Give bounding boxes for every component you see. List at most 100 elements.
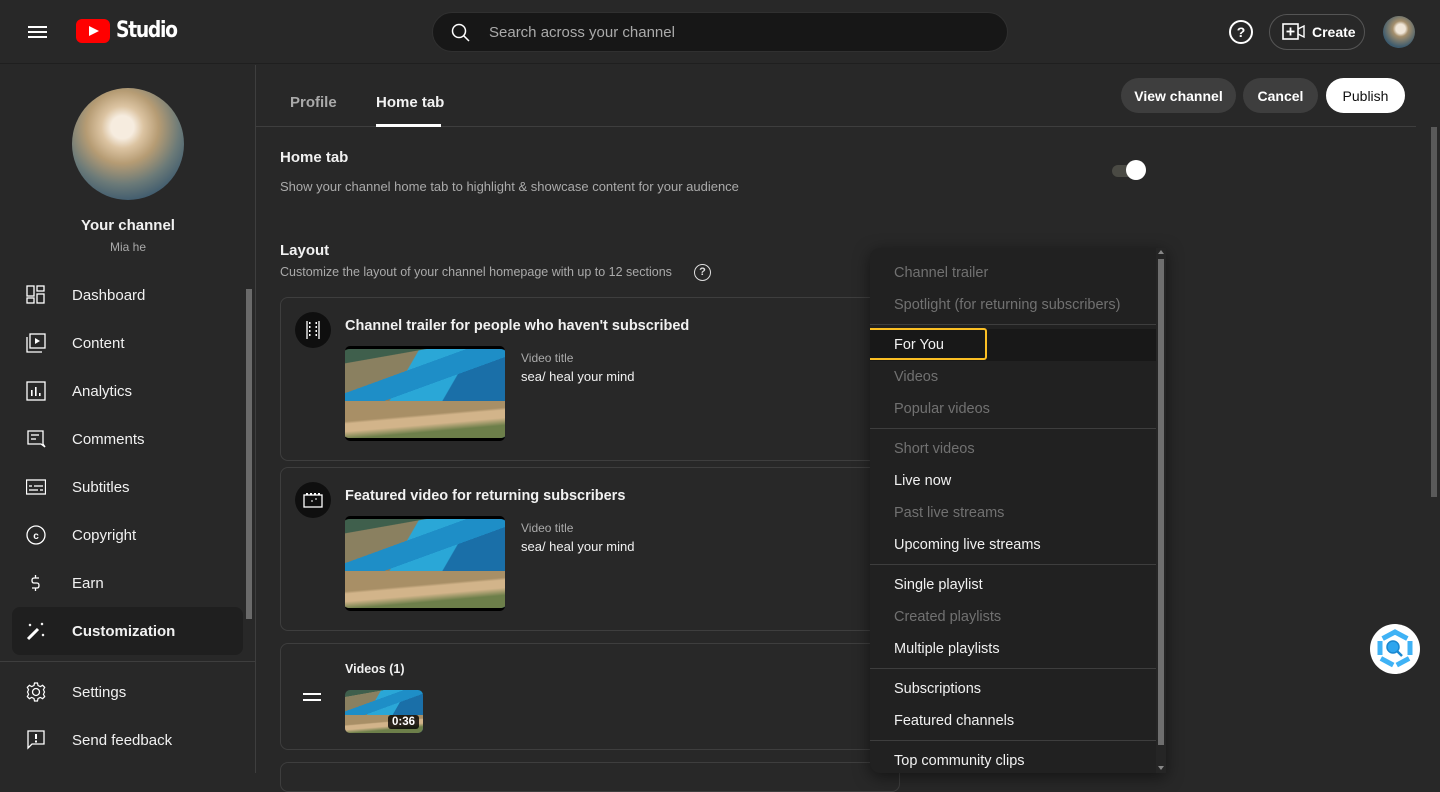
search-assistant-icon xyxy=(1377,629,1413,669)
dashboard-icon xyxy=(26,285,45,304)
menu-item-top-community-clips[interactable]: Top community clips xyxy=(870,745,1156,773)
card-title: Channel trailer for people who haven't s… xyxy=(345,318,690,334)
focus-ring xyxy=(870,328,987,360)
floating-assistant-button[interactable] xyxy=(1370,624,1420,674)
menu-scrollbar[interactable] xyxy=(1156,248,1166,773)
sidebar-nav: Dashboard Content Analytics Comments Sub… xyxy=(12,271,243,655)
videos-section-card[interactable]: Videos (1) 0:36 xyxy=(280,643,900,750)
sidebar-item-analytics[interactable]: Analytics xyxy=(12,367,243,415)
sidebar-item-label: Settings xyxy=(72,683,127,701)
cancel-button[interactable]: Cancel xyxy=(1243,78,1318,113)
dollar-icon xyxy=(31,575,40,591)
clapperboard-icon xyxy=(303,493,323,508)
menu-divider xyxy=(870,740,1156,741)
badge xyxy=(295,482,331,518)
menu-divider xyxy=(870,428,1156,429)
next-section-card[interactable] xyxy=(280,762,900,792)
video-title: sea/ heal your mind xyxy=(521,539,635,554)
menu-item-channel-trailer: Channel trailer xyxy=(894,265,989,281)
sidebar-item-label: Subtitles xyxy=(72,478,130,496)
channel-trailer-card[interactable]: Channel trailer for people who haven't s… xyxy=(280,297,900,461)
menu-item-short-videos: Short videos xyxy=(894,441,975,457)
menu-item-videos: Videos xyxy=(894,369,939,385)
tab-bar: Profile Home tab View channel Cancel Pub… xyxy=(256,65,1416,127)
featured-video-card[interactable]: Featured video for returning subscribers… xyxy=(280,467,900,631)
menu-item-live-now[interactable]: Live now xyxy=(870,465,1156,497)
main-scrollbar[interactable] xyxy=(1431,127,1437,497)
sidebar-item-send-feedback[interactable]: Send feedback xyxy=(12,716,243,764)
sidebar-item-copyright[interactable]: c Copyright xyxy=(12,511,243,559)
home-tab-toggle[interactable] xyxy=(1110,160,1148,180)
sidebar-item-label: Dashboard xyxy=(72,286,146,304)
menu-item-popular-videos: Popular videos xyxy=(894,401,990,417)
comments-icon xyxy=(27,430,46,448)
feedback-icon xyxy=(27,730,45,750)
home-tab-description: Show your channel home tab to highlight … xyxy=(280,179,739,194)
sidebar-item-customization[interactable]: Customization xyxy=(12,607,243,655)
card-title: Videos (1) xyxy=(345,662,405,676)
account-avatar[interactable] xyxy=(1383,16,1415,48)
tab-home[interactable]: Home tab xyxy=(376,94,444,111)
publish-button[interactable]: Publish xyxy=(1326,78,1405,113)
video-thumbnail[interactable]: 0:36 xyxy=(345,690,423,733)
channel-avatar[interactable] xyxy=(72,88,184,200)
menu-item-past-live-streams: Past live streams xyxy=(894,505,1005,521)
layout-description: Customize the layout of your channel hom… xyxy=(280,265,672,279)
studio-logo[interactable]: Studio xyxy=(76,18,187,43)
gear-icon xyxy=(26,682,46,702)
menu-divider xyxy=(870,564,1156,565)
search-bar[interactable] xyxy=(432,12,1008,52)
logo-text: Studio xyxy=(116,18,178,43)
scroll-up-arrow-icon[interactable] xyxy=(1158,250,1164,254)
menu-scroll-thumb[interactable] xyxy=(1158,259,1164,745)
home-tab-title: Home tab xyxy=(280,149,349,166)
sidebar-divider xyxy=(0,661,255,662)
scroll-down-arrow-icon[interactable] xyxy=(1158,766,1164,770)
youtube-logo-icon xyxy=(76,18,110,43)
add-section-menu: Channel trailer Spotlight (for returning… xyxy=(870,248,1166,773)
drag-handle-icon[interactable] xyxy=(303,693,323,701)
menu-item-single-playlist[interactable]: Single playlist xyxy=(870,569,1156,601)
badge xyxy=(295,312,331,348)
sidebar-item-label: Content xyxy=(72,334,125,352)
video-thumbnail[interactable] xyxy=(345,516,505,611)
menu-item-upcoming-live-streams[interactable]: Upcoming live streams xyxy=(870,529,1156,561)
sidebar-item-label: Earn xyxy=(72,574,104,592)
magic-wand-icon xyxy=(26,622,45,641)
channel-title: Your channel xyxy=(81,217,175,234)
sidebar-item-settings[interactable]: Settings xyxy=(12,668,243,716)
content-icon xyxy=(26,333,46,353)
sidebar-item-subtitles[interactable]: Subtitles xyxy=(12,463,243,511)
tab-profile[interactable]: Profile xyxy=(290,94,337,111)
film-strip-icon xyxy=(306,321,320,339)
layout-help-icon[interactable]: ? xyxy=(694,264,711,281)
sidebar-item-content[interactable]: Content xyxy=(12,319,243,367)
view-channel-button[interactable]: View channel xyxy=(1121,78,1236,113)
video-title: sea/ heal your mind xyxy=(521,369,635,384)
menu-item-for-you[interactable]: For You xyxy=(870,328,1156,361)
sidebar-item-label: Copyright xyxy=(72,526,137,544)
video-duration: 0:36 xyxy=(387,715,419,729)
channel-name: Mia he xyxy=(109,240,147,254)
video-thumbnail[interactable] xyxy=(345,346,505,441)
sidebar-scrollbar[interactable] xyxy=(245,283,253,657)
help-button[interactable]: ? xyxy=(1229,20,1253,44)
menu-icon[interactable] xyxy=(28,24,48,40)
card-title: Featured video for returning subscribers xyxy=(345,488,626,504)
menu-item-multiple-playlists[interactable]: Multiple playlists xyxy=(870,633,1156,665)
sidebar-item-label: Customization xyxy=(72,622,176,640)
search-icon xyxy=(451,23,470,42)
sidebar-item-dashboard[interactable]: Dashboard xyxy=(12,271,243,319)
menu-divider xyxy=(870,324,1156,325)
sidebar-item-label: Analytics xyxy=(72,382,133,400)
search-input[interactable] xyxy=(489,13,989,51)
subtitles-icon xyxy=(26,479,46,495)
sidebar: Your channel Mia he Dashboard Content An… xyxy=(0,65,256,773)
menu-item-subscriptions[interactable]: Subscriptions xyxy=(870,673,1156,705)
menu-item-featured-channels[interactable]: Featured channels xyxy=(870,705,1156,737)
sidebar-item-comments[interactable]: Comments xyxy=(12,415,243,463)
copyright-icon: c xyxy=(26,525,46,545)
create-video-icon xyxy=(1282,23,1305,40)
create-button[interactable]: Create xyxy=(1269,14,1365,50)
sidebar-item-earn[interactable]: Earn xyxy=(12,559,243,607)
